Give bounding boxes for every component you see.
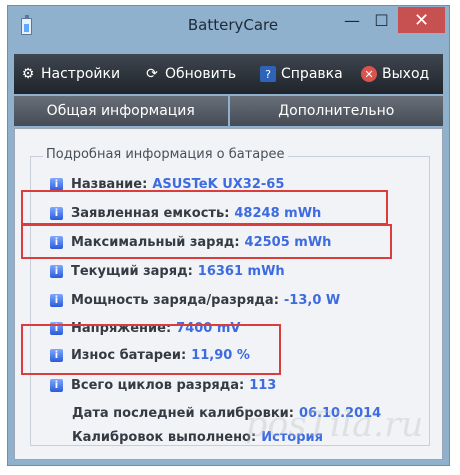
- help-label: Справка: [281, 66, 343, 82]
- tab-bar: Общая информация Дополнительно: [14, 96, 443, 126]
- info-icon: i: [50, 378, 63, 392]
- highlight-max-charge: [21, 224, 392, 259]
- info-icon: i: [50, 264, 63, 278]
- row-label: Мощность заряда/разряда:: [71, 292, 279, 308]
- row-value: 16361 mWh: [197, 263, 285, 279]
- row-cycles: i Всего циклов разряда: 113: [50, 375, 276, 395]
- gear-icon: ⚙: [21, 66, 35, 82]
- info-icon: i: [50, 293, 63, 307]
- help-icon: ?: [260, 66, 276, 82]
- watermark: posTila.ru: [245, 405, 424, 445]
- group-title: Подробная информация о батарее: [43, 147, 288, 162]
- title-bar[interactable]: BatteryCare — ☐ ✕: [8, 6, 449, 47]
- exit-label: Выход: [382, 66, 430, 82]
- exit-button[interactable]: ✕ Выход: [361, 63, 429, 85]
- minimize-button[interactable]: —: [338, 7, 366, 33]
- battery-icon: [21, 15, 32, 35]
- close-button[interactable]: ✕: [398, 7, 445, 33]
- row-label: Всего циклов разряда:: [71, 377, 245, 393]
- toolbar: ⚙ Настройки ⟳ Обновить ? Справка ✕ Выход: [14, 54, 443, 94]
- help-button[interactable]: ? Справка: [260, 63, 343, 85]
- row-label: Калибровок выполнено:: [72, 429, 257, 445]
- refresh-icon: ⟳: [146, 66, 158, 82]
- refresh-label: Обновить: [165, 66, 237, 82]
- highlight-battery-wear: [21, 324, 281, 375]
- window-title: BatteryCare: [187, 16, 279, 34]
- settings-label: Настройки: [41, 66, 121, 82]
- row-current-charge: i Текущий заряд: 16361 mWh: [50, 261, 285, 281]
- row-power: i Мощность заряда/разряда: -13,0 W: [50, 290, 340, 310]
- highlight-design-capacity: [21, 190, 388, 225]
- exit-icon: ✕: [361, 66, 377, 82]
- tab-additional[interactable]: Дополнительно: [229, 96, 443, 126]
- info-icon: i: [50, 177, 63, 191]
- row-label: Текущий заряд:: [71, 263, 193, 279]
- row-value: -13,0 W: [283, 292, 341, 308]
- maximize-button[interactable]: ☐: [368, 7, 395, 33]
- settings-button[interactable]: ⚙ Настройки: [20, 63, 120, 85]
- refresh-button[interactable]: ⟳ Обновить: [144, 63, 236, 85]
- tab-general-info[interactable]: Общая информация: [14, 96, 228, 126]
- row-value: 113: [249, 377, 277, 393]
